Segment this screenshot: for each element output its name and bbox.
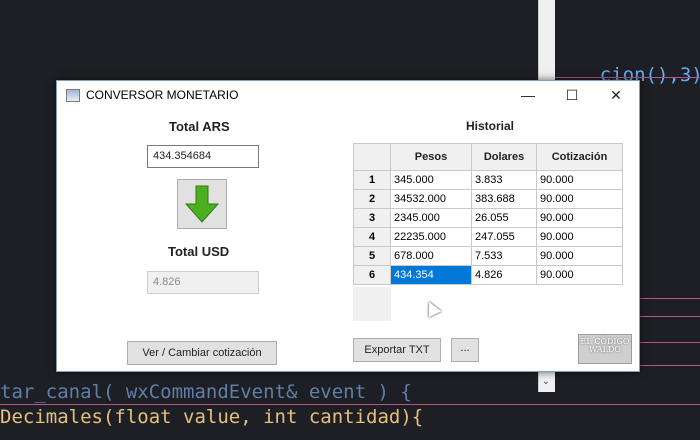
convert-button[interactable] — [177, 179, 227, 229]
corner-header[interactable] — [353, 143, 391, 171]
app-icon — [66, 89, 80, 102]
cell-cotizacion[interactable]: 90.000 — [536, 189, 623, 209]
row-number[interactable]: 5 — [353, 246, 391, 266]
table-row[interactable]: 3 2345.000 26.055 90.000 — [353, 208, 623, 228]
codigo-waldo-logo[interactable]: EL CÓDIGO WALDO — [578, 334, 632, 364]
table-row[interactable]: 1 345.000 3.833 90.000 — [353, 170, 623, 190]
cell-dolares[interactable]: 7.533 — [470, 246, 538, 266]
history-table: Pesos Dolares Cotización 1 345.000 3.833… — [353, 143, 623, 285]
mouse-cursor-icon — [422, 298, 442, 318]
cell-pesos[interactable]: 34532.000 — [390, 189, 472, 209]
cell-dolares[interactable]: 3.833 — [470, 170, 538, 190]
row-number[interactable]: 2 — [353, 189, 391, 209]
table-row[interactable]: 4 22235.000 247.055 90.000 — [353, 227, 623, 247]
more-button[interactable]: ... — [451, 338, 479, 362]
editor-guide-line — [554, 77, 700, 78]
cell-cotizacion[interactable]: 90.000 — [536, 227, 623, 247]
cell-cotizacion[interactable]: 90.000 — [536, 265, 623, 285]
cell-pesos[interactable]: 345.000 — [390, 170, 472, 190]
cell-cotizacion[interactable]: 90.000 — [536, 208, 623, 228]
cell-dolares[interactable]: 26.055 — [470, 208, 538, 228]
table-row[interactable]: 2 34532.000 383.688 90.000 — [353, 189, 623, 209]
cell-dolares[interactable]: 4.826 — [470, 265, 538, 285]
history-title: Historial — [466, 119, 515, 133]
row-number[interactable]: 6 — [353, 265, 391, 285]
table-empty-area — [353, 287, 391, 321]
usd-output: 4.826 — [147, 271, 259, 294]
table-header-row: Pesos Dolares Cotización — [353, 143, 623, 171]
column-header-pesos[interactable]: Pesos — [390, 143, 472, 171]
converter-window: CONVERSOR MONETARIO — ☐ ✕ Total ARS 434.… — [56, 80, 640, 372]
column-header-cotizacion[interactable]: Cotización — [536, 143, 623, 171]
cell-pesos-selected[interactable]: 434.354 — [390, 265, 472, 285]
cell-cotizacion[interactable]: 90.000 — [536, 170, 623, 190]
change-rate-button[interactable]: Ver / Cambiar cotización — [127, 341, 277, 365]
cell-pesos[interactable]: 22235.000 — [390, 227, 472, 247]
ars-input[interactable]: 434.354684 — [147, 145, 259, 168]
cell-pesos[interactable]: 2345.000 — [390, 208, 472, 228]
code-line-bottom-2: Decimales(float value, int cantidad){ — [0, 406, 424, 428]
table-row[interactable]: 5 678.000 7.533 90.000 — [353, 246, 623, 266]
total-usd-label: Total USD — [168, 244, 230, 259]
editor-guide-line — [0, 404, 700, 405]
window-client-area: Total ARS 434.354684 Total USD 4.826 Ver… — [57, 109, 639, 371]
cell-pesos[interactable]: 678.000 — [390, 246, 472, 266]
arrow-down-icon — [184, 185, 220, 223]
title-bar[interactable]: CONVERSOR MONETARIO — ☐ ✕ — [57, 81, 639, 109]
cell-dolares[interactable]: 247.055 — [470, 227, 538, 247]
window-title: CONVERSOR MONETARIO — [86, 88, 239, 102]
row-number[interactable]: 3 — [353, 208, 391, 228]
total-ars-label: Total ARS — [169, 119, 230, 134]
minimize-button[interactable]: — — [513, 85, 543, 105]
close-button[interactable]: ✕ — [601, 85, 631, 105]
cell-dolares[interactable]: 383.688 — [470, 189, 538, 209]
maximize-button[interactable]: ☐ — [557, 85, 587, 105]
export-txt-button[interactable]: Exportar TXT — [353, 338, 441, 362]
row-number[interactable]: 1 — [353, 170, 391, 190]
cell-cotizacion[interactable]: 90.000 — [536, 246, 623, 266]
column-header-dolares[interactable]: Dolares — [470, 143, 538, 171]
chevron-down-icon[interactable]: ⌄ — [540, 376, 552, 390]
code-line-bottom-1: tar_canal( wxCommandEvent& event ) { — [0, 381, 412, 403]
row-number[interactable]: 4 — [353, 227, 391, 247]
table-row[interactable]: 6 434.354 4.826 90.000 — [353, 265, 623, 285]
